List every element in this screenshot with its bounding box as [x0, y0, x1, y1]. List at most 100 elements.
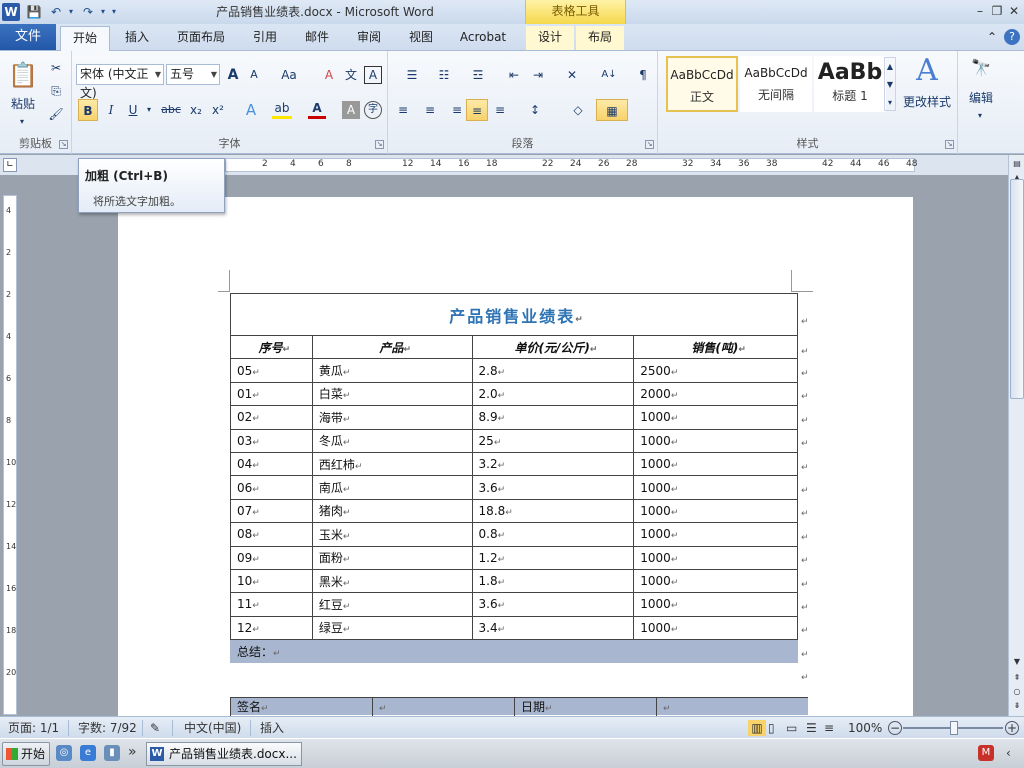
clear-formatting-button[interactable]: A	[320, 64, 338, 86]
tab-references[interactable]: 引用	[244, 26, 286, 50]
quicklaunch-tool-icon[interactable]: ▮	[104, 745, 120, 761]
ruler-toggle-icon[interactable]: ▤	[1010, 157, 1024, 171]
print-layout-view-icon[interactable]: ▥	[748, 720, 766, 736]
character-border-button[interactable]: A	[364, 66, 382, 84]
word-count[interactable]: 字数: 7/92	[78, 720, 137, 736]
zoom-in-button[interactable]: +	[1005, 721, 1019, 735]
tab-file[interactable]: 文件	[0, 24, 56, 50]
previous-page-icon[interactable]: ⇞	[1010, 671, 1024, 685]
font-launcher-icon[interactable]: ↘	[375, 140, 384, 149]
web-layout-icon[interactable]: ▭	[786, 720, 797, 736]
multilevel-list-button[interactable]: ☲	[464, 64, 492, 86]
style-no-spacing[interactable]: AaBbCcDd 无间隔	[740, 56, 812, 112]
outline-view-icon[interactable]: ☰	[806, 720, 817, 736]
table-cell[interactable]: 04↵	[230, 451, 313, 477]
next-page-icon[interactable]: ⇟	[1010, 699, 1024, 713]
tray-app-icon[interactable]: M	[978, 745, 994, 761]
distributed-button[interactable]: ≡	[490, 99, 510, 121]
paste-icon[interactable]: 📋	[8, 55, 38, 95]
summary-cell[interactable]: 总结：↵	[230, 639, 798, 664]
clipboard-launcher-icon[interactable]: ↘	[59, 140, 68, 149]
highlight-button[interactable]: ab	[272, 99, 292, 119]
horizontal-ruler[interactable]: 2 4 6 8 12 14 16 18 22 24 26 28 32 34 36 38 42 44 46 48	[225, 158, 917, 172]
table-cell[interactable]: 1000↵	[633, 475, 798, 500]
format-painter-icon[interactable]: 🖌	[46, 103, 66, 125]
taskbar-word-button[interactable]: W 产品销售业绩表.docx...	[146, 742, 302, 766]
date-label-cell[interactable]: 日期↵	[514, 698, 656, 716]
table-cell[interactable]: 2500↵	[633, 358, 798, 383]
table-cell[interactable]: 1000↵	[633, 451, 798, 477]
phonetic-guide-button[interactable]: 文	[342, 64, 360, 86]
chinese-layout-button[interactable]: ✕	[558, 64, 586, 86]
date-value-cell[interactable]: ↵	[656, 698, 798, 716]
table-cell[interactable]: 猪肉↵	[311, 498, 473, 524]
paste-dropdown-icon[interactable]: ▾	[14, 111, 30, 133]
zoom-slider-handle[interactable]	[950, 721, 958, 735]
draft-view-icon[interactable]: ≡	[824, 720, 834, 736]
table-cell[interactable]: 25↵	[471, 428, 635, 453]
tab-acrobat[interactable]: Acrobat	[452, 26, 514, 50]
table-cell[interactable]: 面粉↵	[311, 545, 473, 570]
table-cell[interactable]: 0.8↵	[471, 522, 635, 547]
font-color-button[interactable]: A	[308, 99, 326, 119]
table-cell[interactable]: 09↵	[230, 545, 313, 570]
justify-button[interactable]: ≡	[466, 99, 488, 121]
table-cell[interactable]: 1000↵	[633, 405, 798, 430]
zoom-out-button[interactable]: −	[888, 721, 902, 735]
table-cell[interactable]: 西红柿↵	[311, 451, 473, 477]
table-cell[interactable]: 2.0↵	[471, 381, 635, 407]
align-center-button[interactable]: ≡	[420, 99, 440, 121]
table-cell[interactable]: 01↵	[230, 381, 313, 407]
table-cell[interactable]: 1000↵	[633, 592, 798, 617]
proofing-icon[interactable]: ✎	[150, 720, 160, 736]
change-styles-icon[interactable]: A	[904, 53, 950, 89]
page[interactable]: 产品销售业绩表↵ 序号↵ 产品↵ 单价(元/公斤)↵ 销售(吨)↵ 05↵ 黄瓜↵ 2.8…	[118, 197, 913, 716]
minimize-button[interactable]: –	[972, 3, 988, 19]
table-cell[interactable]: 玉米↵	[311, 522, 473, 547]
tab-insert[interactable]: 插入	[116, 26, 158, 50]
table-cell[interactable]: 冬瓜↵	[311, 428, 473, 453]
quicklaunch-app-icon[interactable]: ◎	[56, 745, 72, 761]
copy-icon[interactable]: ⎘	[46, 80, 66, 102]
scroll-down-icon[interactable]: ▼	[1010, 655, 1024, 669]
table-cell[interactable]: 10↵	[230, 568, 313, 594]
style-heading-1[interactable]: AaBb 标题 1	[814, 56, 886, 112]
sales-table[interactable]: 产品销售业绩表↵ 序号↵ 产品↵ 单价(元/公斤)↵ 销售(吨)↵ 05↵ 黄瓜↵ 2.8…	[230, 293, 798, 664]
font-size-combo[interactable]: 五号 ▼	[166, 64, 220, 85]
quicklaunch-more-icon[interactable]: »	[128, 744, 137, 760]
tab-page-layout[interactable]: 页面布局	[170, 26, 232, 50]
header-cell[interactable]: 销售(吨)↵	[633, 334, 798, 360]
table-cell[interactable]: 绿豆↵	[311, 615, 473, 641]
table-cell[interactable]: 12↵	[230, 615, 313, 641]
tab-mailings[interactable]: 邮件	[296, 26, 338, 50]
table-cell[interactable]: 1.8↵	[471, 568, 635, 594]
table-cell[interactable]: 03↵	[230, 428, 313, 453]
show-marks-button[interactable]: ¶	[634, 64, 652, 86]
underline-dropdown-icon[interactable]: ▾	[144, 99, 154, 121]
editing-dropdown-icon[interactable]: ▾	[972, 105, 988, 127]
tab-selector[interactable]: ∟	[3, 158, 17, 172]
tray-expand-icon[interactable]: ‹	[1006, 745, 1011, 761]
table-cell[interactable]: 海带↵	[311, 405, 473, 430]
zoom-level[interactable]: 100%	[848, 720, 882, 736]
numbering-button[interactable]: ☷	[430, 64, 458, 86]
header-cell[interactable]: 单价(元/公斤)↵	[471, 334, 635, 360]
close-button[interactable]: ✕	[1006, 3, 1022, 19]
vertical-scrollbar[interactable]: ▤ ▲ ▼ ⇞ ○ ⇟	[1008, 155, 1024, 716]
cut-icon[interactable]: ✂	[46, 57, 66, 79]
bullets-button[interactable]: ☰	[398, 64, 426, 86]
tab-design[interactable]: 设计	[526, 26, 574, 50]
bold-button[interactable]: B	[78, 99, 98, 121]
tab-layout[interactable]: 布局	[576, 26, 624, 50]
table-cell[interactable]: 8.9↵	[471, 405, 635, 430]
superscript-button[interactable]: x²	[208, 99, 228, 121]
table-cell[interactable]: 黑米↵	[311, 568, 473, 594]
subscript-button[interactable]: x₂	[186, 99, 206, 121]
collapse-ribbon-icon[interactable]: ⌃	[984, 26, 1000, 50]
header-cell[interactable]: 序号↵	[230, 334, 313, 360]
table-cell[interactable]: 1.2↵	[471, 545, 635, 570]
restore-button[interactable]: ❐	[989, 3, 1005, 19]
decrease-indent-button[interactable]: ⇤	[504, 64, 524, 86]
table-cell[interactable]: 2.8↵	[471, 358, 635, 383]
scroll-thumb[interactable]	[1010, 179, 1024, 399]
